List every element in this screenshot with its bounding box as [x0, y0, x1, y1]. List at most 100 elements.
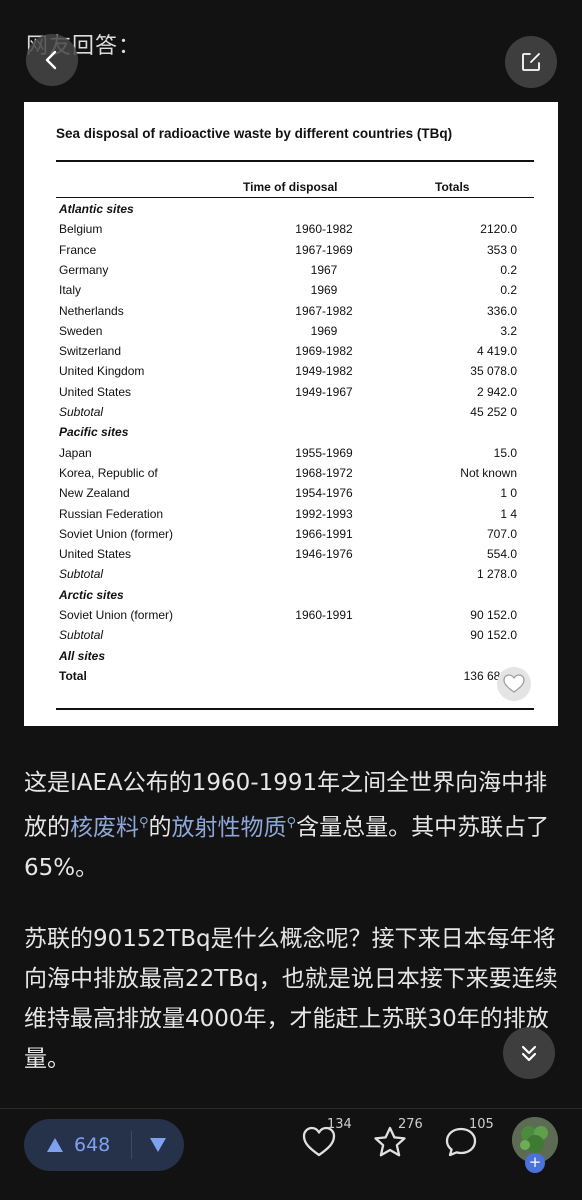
row-time: 1967 — [310, 262, 338, 277]
row-name: Arctic sites — [59, 587, 124, 602]
row-time: 1960-1982 — [295, 222, 353, 237]
table-row: Switzerland 1969-1982 4 419.0 — [59, 344, 529, 364]
row-total: 1 0 — [500, 486, 517, 501]
row-name: Japan — [59, 445, 92, 460]
upvote-count: 648 — [74, 1134, 111, 1156]
row-name: New Zealand — [59, 486, 130, 501]
row-total: 2120.0 — [480, 222, 517, 237]
like-button[interactable]: 134 — [301, 1117, 352, 1165]
row-time: 1967-1969 — [295, 242, 353, 257]
row-total: 90 152.0 — [470, 628, 517, 643]
table-title: Sea disposal of radioactive waste by dif… — [56, 126, 453, 141]
link-text: 放射性物质 — [171, 814, 287, 841]
header-rule — [56, 197, 534, 198]
table-row: Japan 1955-1969 15.0 — [59, 446, 529, 466]
row-name: France — [59, 242, 97, 257]
favorite-button[interactable]: 276 — [372, 1117, 423, 1165]
row-name: All sites — [59, 648, 106, 663]
row-total: 353 0 — [486, 242, 517, 257]
row-name: United Kingdom — [59, 364, 145, 379]
column-header-time: Time of disposal — [243, 180, 338, 194]
row-total: 15.0 — [493, 445, 517, 460]
row-total: 0.2 — [500, 283, 517, 298]
double-chevron-down-icon — [521, 1045, 537, 1062]
row-time: 1966-1991 — [295, 526, 353, 541]
back-button[interactable] — [26, 34, 78, 86]
row-time: 1967-1982 — [295, 303, 353, 318]
table-row: Netherlands 1967-1982 336.0 — [59, 304, 529, 324]
table-row: Pacific sites — [59, 425, 529, 445]
row-time: 1969-1982 — [295, 344, 353, 359]
downvote-button[interactable] — [132, 1119, 184, 1171]
row-time: 1955-1969 — [295, 445, 353, 460]
top-rule — [56, 160, 534, 162]
table-row: Sweden 1969 3.2 — [59, 324, 529, 344]
row-time: 1949-1982 — [295, 364, 353, 379]
table-row: Subtotal 1 278.0 — [59, 567, 529, 587]
row-time: 1992-1993 — [295, 506, 353, 521]
row-total: 707.0 — [486, 526, 517, 541]
chevron-left-icon — [45, 50, 57, 70]
upvote-button[interactable]: 648 — [24, 1119, 131, 1171]
table-row: Atlantic sites — [59, 202, 529, 222]
author-avatar[interactable]: + — [512, 1117, 558, 1173]
row-name: Subtotal — [59, 405, 104, 419]
row-name: Russian Federation — [59, 506, 164, 521]
comment-count: 105 — [469, 1117, 494, 1132]
article-paragraph-1: 这是IAEA公布的1960-1991年之间全世界向海中排放的核废料⚲的放射性物质… — [24, 763, 564, 888]
row-time: 1969 — [310, 323, 338, 338]
scroll-down-button[interactable] — [503, 1027, 555, 1079]
table-row: Russian Federation 1992-1993 1 4 — [59, 507, 529, 527]
row-name: Italy — [59, 283, 82, 298]
table-row: New Zealand 1954-1976 1 0 — [59, 486, 529, 506]
like-count: 134 — [327, 1117, 352, 1132]
row-name: United States — [59, 547, 132, 562]
table-row: Korea, Republic of 1968-1972 Not known — [59, 466, 529, 486]
table-row: France 1967-1969 353 0 — [59, 243, 529, 263]
row-name: United States — [59, 384, 132, 399]
table-row: Soviet Union (former) 1966-1991 707.0 — [59, 527, 529, 547]
row-name: Total — [59, 668, 87, 683]
heart-icon — [503, 674, 525, 693]
row-time: 1960-1991 — [295, 608, 353, 622]
row-name: Soviet Union (former) — [59, 608, 174, 622]
table-row: Total 136 682 0 — [59, 669, 529, 689]
vote-box: 648 — [24, 1119, 184, 1171]
edit-button[interactable] — [505, 36, 557, 88]
row-total: 4 419.0 — [476, 344, 517, 359]
table-image[interactable]: Sea disposal of radioactive waste by dif… — [24, 102, 558, 726]
row-time: 1969 — [310, 283, 338, 298]
row-name: Belgium — [59, 222, 103, 237]
column-header-totals: Totals — [435, 180, 470, 194]
follow-plus-icon[interactable]: + — [525, 1153, 545, 1173]
triangle-up-icon — [47, 1138, 63, 1152]
row-name: Atlantic sites — [59, 202, 134, 216]
row-time: 1954-1976 — [295, 486, 353, 501]
table-row: United States 1946-1976 554.0 — [59, 547, 529, 567]
row-total: 0.2 — [500, 262, 517, 277]
triangle-down-icon — [149, 1138, 166, 1152]
row-time: 1968-1972 — [295, 465, 353, 480]
row-total: 1 278.0 — [476, 567, 517, 582]
bottom-rule — [56, 708, 534, 710]
row-total: 1 4 — [500, 506, 517, 521]
row-name: Germany — [59, 262, 109, 277]
bottom-action-bar: 648 134 276 105 + — [0, 1108, 582, 1200]
row-total: 336.0 — [486, 303, 517, 318]
table-row: Germany 1967 0.2 — [59, 263, 529, 283]
row-name: Korea, Republic of — [59, 465, 158, 480]
search-icon: ⚲ — [139, 815, 149, 830]
table-row: All sites — [59, 649, 529, 669]
row-name: Soviet Union (former) — [59, 526, 174, 541]
image-like-button[interactable] — [497, 667, 531, 701]
row-total: 35 078.0 — [470, 364, 517, 379]
link-nuclear-waste[interactable]: 核废料⚲ — [70, 815, 149, 841]
row-time: 1946-1976 — [295, 547, 353, 562]
table-row: Italy 1969 0.2 — [59, 283, 529, 303]
row-total: 90 152.0 — [470, 608, 517, 622]
row-total: 554.0 — [486, 547, 517, 562]
comment-button[interactable]: 105 — [443, 1117, 494, 1165]
link-radioactive-material[interactable]: 放射性物质⚲ — [172, 815, 297, 841]
paragraph-text: 的 — [148, 814, 172, 841]
table-row: Subtotal 90 152.0 — [59, 628, 529, 648]
